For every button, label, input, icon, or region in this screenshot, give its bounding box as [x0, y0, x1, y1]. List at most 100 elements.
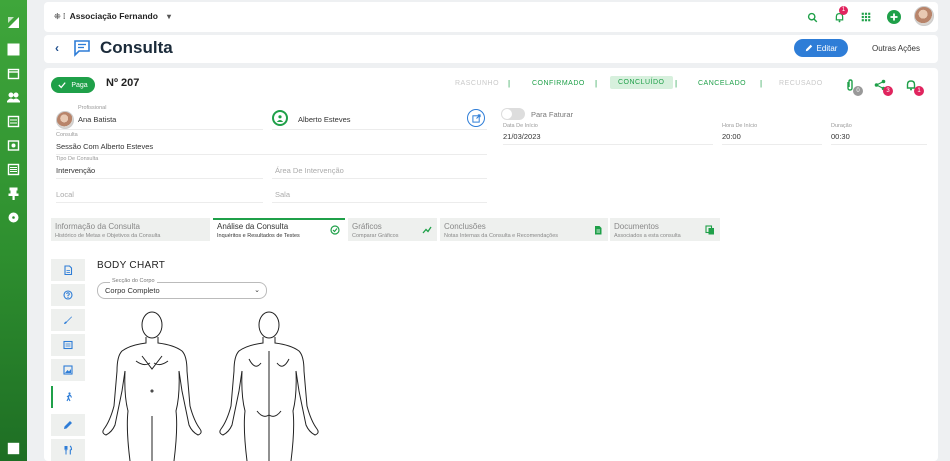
dashboard-icon[interactable]	[7, 43, 20, 56]
body-chart-title: BODY CHART	[97, 260, 166, 271]
add-icon[interactable]	[887, 10, 901, 24]
tab-title: Documentos	[614, 222, 659, 231]
file-icon	[64, 265, 73, 275]
tab-informacao-consulta[interactable]: Informação da Consulta Histórico de Meta…	[51, 218, 210, 241]
billing-icon[interactable]	[7, 139, 20, 152]
status-separator: |	[675, 79, 678, 88]
question-icon	[63, 290, 73, 300]
attachment-count-badge: 0	[853, 86, 863, 96]
tool-document[interactable]	[51, 259, 85, 281]
client-user-icon	[272, 110, 288, 126]
brush-icon	[64, 316, 72, 324]
notifications-icon[interactable]: 1	[832, 6, 848, 24]
tab-title: Conclusões	[444, 222, 486, 231]
body-section-value: Corpo Completo	[105, 286, 160, 295]
tool-nutrition[interactable]	[51, 439, 85, 461]
paid-badge[interactable]: Paga	[51, 77, 95, 93]
tab-subtitle: Associados a esta consulta	[614, 233, 681, 239]
list-icon[interactable]	[7, 115, 20, 128]
tab-documentos[interactable]: Documentos Associados a esta consulta	[610, 218, 720, 241]
status-cancelled[interactable]: CANCELADO	[698, 80, 746, 87]
tab-title: Gráficos	[352, 222, 382, 231]
edit-button[interactable]: Editar	[794, 39, 848, 57]
status-separator: |	[595, 79, 598, 88]
tool-form[interactable]	[51, 334, 85, 356]
tab-subtitle: Comparar Gráficos	[352, 233, 399, 239]
field-underline	[272, 129, 487, 130]
sidebar	[0, 0, 27, 461]
professional-value[interactable]: Ana Batista	[78, 115, 116, 124]
sala-field[interactable]: Sala	[275, 190, 290, 199]
search-icon[interactable]	[805, 10, 819, 24]
tab-subtitle: Histórico de Metas e Objetivos da Consul…	[55, 233, 161, 239]
body-section-label: Secção do Corpo	[110, 278, 157, 284]
calendar-icon[interactable]	[7, 67, 20, 80]
field-underline	[831, 144, 927, 145]
duracao-label: Duração	[831, 123, 852, 129]
consulta-value[interactable]: Sessão Com Alberto Esteves	[56, 142, 153, 151]
paid-label: Paga	[71, 81, 88, 89]
body-section-select[interactable]: Secção do Corpo Corpo Completo ⌄	[97, 278, 267, 299]
para-faturar-toggle[interactable]	[501, 108, 525, 120]
status-draft[interactable]: RASCUNHO	[455, 80, 499, 87]
field-underline	[56, 202, 263, 203]
apps-grid-icon[interactable]	[859, 10, 873, 24]
tab-graficos[interactable]: Gráficos Comparar Gráficos	[348, 218, 437, 241]
tool-image[interactable]	[51, 359, 85, 381]
form-icon	[63, 340, 73, 350]
body-front-figure[interactable]	[100, 311, 205, 461]
top-bar: ⁜ ⁞ Associação Fernando ▾ 1	[44, 2, 938, 32]
check-circle-icon	[330, 225, 340, 235]
settings-icon[interactable]	[7, 211, 20, 224]
logo-icon[interactable]	[7, 16, 20, 29]
image-icon	[63, 365, 73, 375]
status-separator: |	[760, 79, 763, 88]
user-avatar[interactable]	[914, 6, 934, 26]
field-underline	[722, 144, 822, 145]
chevron-down-icon: ⌄	[254, 287, 260, 294]
organization-name: Associação Fernando	[69, 11, 158, 21]
local-field[interactable]: Local	[56, 190, 74, 199]
tool-question[interactable]	[51, 284, 85, 306]
reports-icon[interactable]	[7, 163, 20, 176]
organization-icon: ⁜ ⁞	[54, 11, 66, 21]
professional-avatar	[56, 111, 74, 129]
duracao-value[interactable]: 00:30	[831, 132, 850, 141]
back-chevron-icon[interactable]: ‹	[55, 41, 59, 55]
area-intervencao-field[interactable]: Área De Intervenção	[275, 166, 344, 175]
other-actions-button[interactable]: Outras Ações	[861, 39, 931, 57]
professional-label: Profissional	[78, 105, 107, 111]
consultation-card: Paga Nº 207 RASCUNHO | CONFIRMADO | CONC…	[44, 68, 938, 461]
pin-icon[interactable]	[7, 187, 20, 200]
status-separator: |	[508, 79, 511, 88]
status-concluded[interactable]: CONCLUÍDO	[610, 76, 673, 89]
data-inicio-value[interactable]: 21/03/2023	[503, 132, 541, 141]
consultation-icon	[74, 40, 90, 57]
hora-inicio-value[interactable]: 20:00	[722, 132, 741, 141]
body-back-figure[interactable]	[217, 311, 322, 461]
attachment-icon[interactable]: 0	[844, 78, 863, 96]
tool-brush[interactable]	[51, 309, 85, 331]
field-underline	[56, 154, 487, 155]
tab-analise-consulta[interactable]: Análise da Consulta Inquéritos e Resulta…	[213, 218, 345, 241]
tipo-consulta-value[interactable]: Intervenção	[56, 166, 95, 175]
tool-body-chart[interactable]	[51, 386, 85, 408]
field-underline	[56, 129, 263, 130]
open-client-icon[interactable]	[467, 109, 485, 127]
share-icon[interactable]: 3	[874, 78, 893, 96]
status-refused[interactable]: RECUSADO	[779, 80, 823, 87]
logout-icon[interactable]	[7, 442, 20, 455]
chevron-down-icon: ▾	[166, 11, 171, 21]
tab-conclusoes[interactable]: Conclusões Notas Internas da Consulta e …	[440, 218, 608, 241]
check-icon	[58, 82, 67, 89]
pencil-icon	[805, 44, 812, 52]
tab-subtitle: Notas Internas da Consulta e Recomendaçõ…	[444, 233, 559, 239]
para-faturar-label: Para Faturar	[531, 110, 574, 119]
status-confirmed[interactable]: CONFIRMADO	[532, 80, 585, 87]
consulta-label: Consulta	[56, 132, 78, 138]
organization-selector[interactable]: ⁜ ⁞ Associação Fernando ▾	[54, 11, 171, 21]
tool-pencil[interactable]	[51, 414, 85, 436]
client-value[interactable]: Alberto Esteves	[298, 115, 351, 124]
users-icon[interactable]	[7, 91, 20, 104]
alert-bell-icon[interactable]: 1	[905, 78, 924, 96]
